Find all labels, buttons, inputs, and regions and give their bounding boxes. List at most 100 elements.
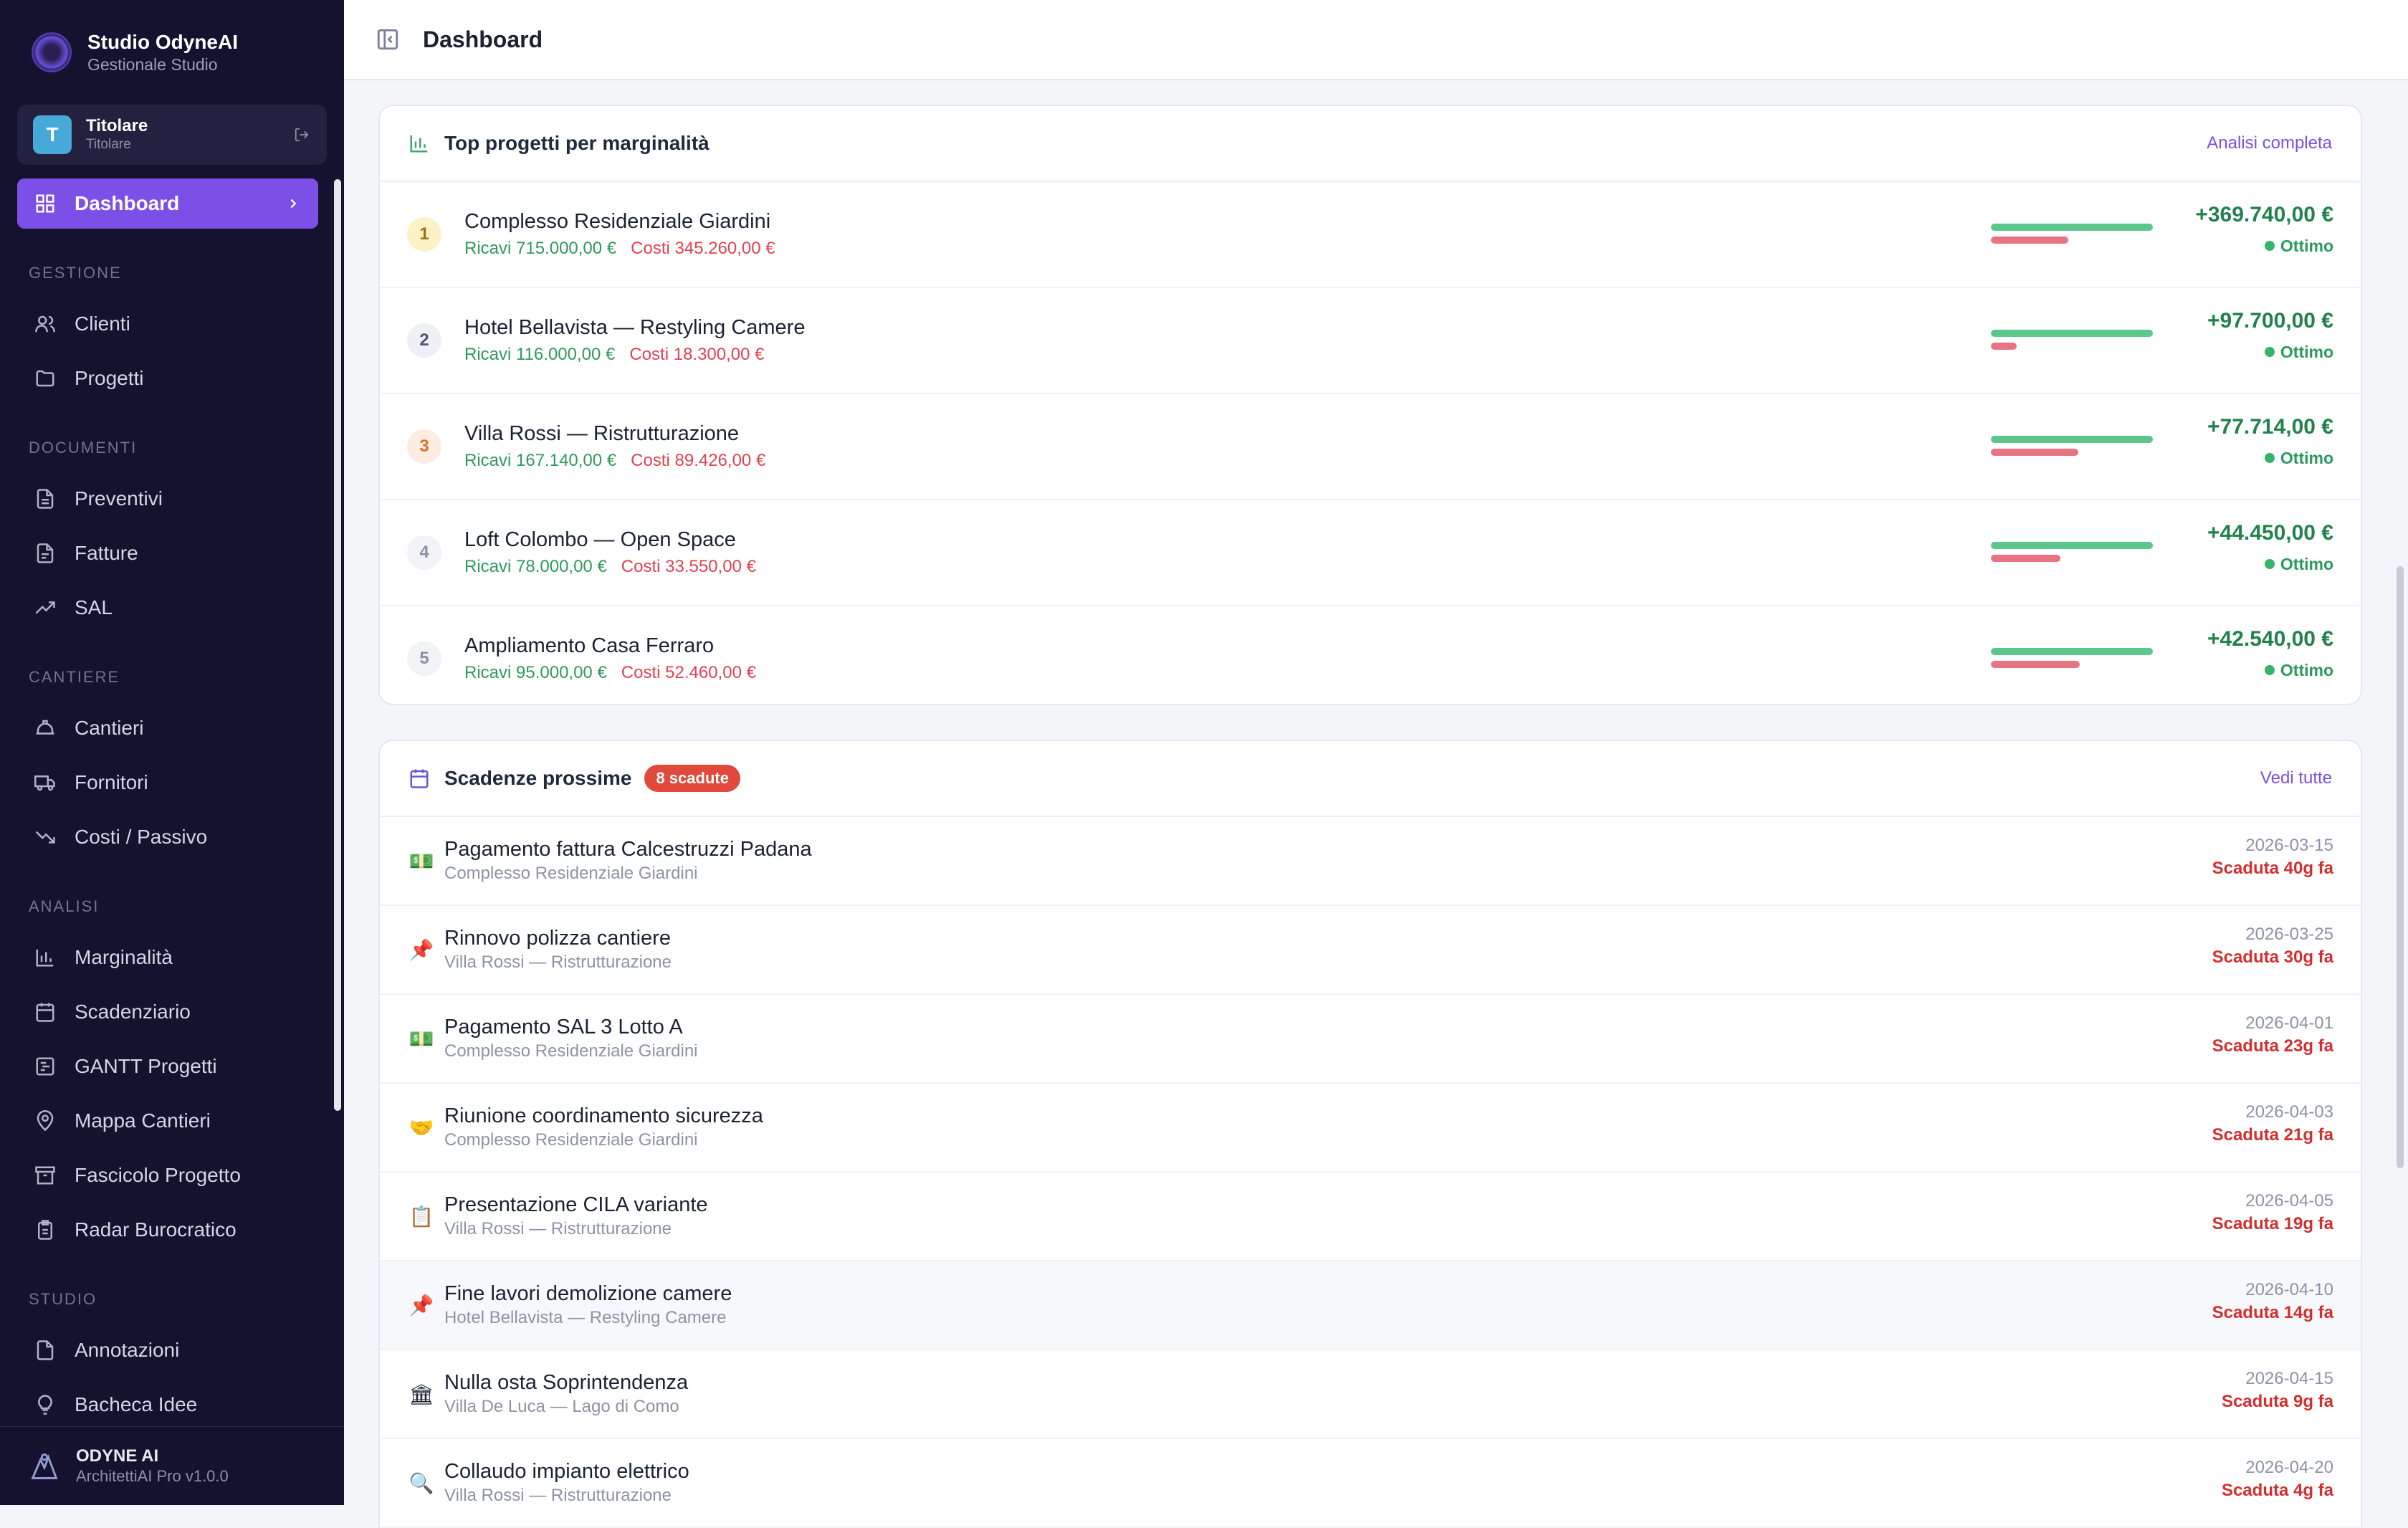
avatar: T xyxy=(33,115,72,154)
deadline-row[interactable]: 💵 Pagamento SAL 3 Lotto A Complesso Resi… xyxy=(380,995,2361,1084)
trending-up-icon xyxy=(35,601,55,614)
deadline-project: Complesso Residenziale Giardini xyxy=(444,864,698,883)
project-name: Loft Colombo — Open Space xyxy=(464,528,736,551)
project-row[interactable]: 1 Complesso Residenziale Giardini Ricavi… xyxy=(380,182,2361,288)
project-margin: +369.740,00 € xyxy=(2195,203,2333,226)
user-card[interactable]: T Titolare Titolare xyxy=(17,105,327,165)
sidebar-item-costi-passivo[interactable]: Costi / Passivo xyxy=(17,814,318,860)
sidebar-item-fornitori[interactable]: Fornitori xyxy=(17,760,318,806)
deadline-row[interactable]: 🏛 Nulla osta Soprintendenza Villa De Luc… xyxy=(380,1350,2361,1439)
sidebar-item-bacheca-idee[interactable]: Bacheca Idee xyxy=(17,1382,318,1428)
deadline-row[interactable]: 🔍 Collaudo impianto elettrico Villa Ross… xyxy=(380,1439,2361,1528)
status-dot-icon xyxy=(2264,452,2275,463)
project-margin: +97.700,00 € xyxy=(2207,309,2333,333)
sidebar-item-fatture[interactable]: Fatture xyxy=(17,530,318,576)
sidebar-item-marginalita[interactable]: Marginalità xyxy=(17,935,318,980)
project-row[interactable]: 2 Hotel Bellavista — Restyling Camere Ri… xyxy=(380,288,2361,394)
page-scrollbar[interactable] xyxy=(2397,566,2404,1168)
project-row[interactable]: 4 Loft Colombo — Open Space Ricavi 78.00… xyxy=(380,500,2361,606)
top-projects-header: Top progetti per marginalità Analisi com… xyxy=(380,106,2361,182)
sidebar-item-label: Scadenziario xyxy=(75,1001,191,1023)
cost-bar xyxy=(1991,555,2061,562)
project-revenue: Ricavi 95.000,00 € xyxy=(464,663,607,682)
project-costs: Costi 345.260,00 € xyxy=(631,239,775,258)
gantt-icon xyxy=(36,1057,54,1076)
sidebar-item-cantieri[interactable]: Cantieri xyxy=(17,705,318,751)
top-projects-card: Top progetti per marginalità Analisi com… xyxy=(378,105,2362,705)
money-icon: 💵 xyxy=(408,849,434,872)
margin-bars xyxy=(1991,648,2153,674)
deadline-row[interactable]: 📋 Presentazione CILA variante Villa Ross… xyxy=(380,1173,2361,1261)
sidebar-toggle-icon[interactable] xyxy=(376,27,400,52)
revenue-bar xyxy=(1991,436,2153,443)
nav-section-studio: STUDIO xyxy=(29,1290,97,1308)
deadline-title: Pagamento fattura Calcestruzzi Padana xyxy=(444,838,812,861)
status-dot-icon xyxy=(2264,664,2275,675)
deadlines-header: Scadenze prossime 8 scadute Vedi tutte xyxy=(380,741,2361,817)
sidebar-item-preventivi[interactable]: Preventivi xyxy=(17,476,318,522)
cost-bar xyxy=(1991,343,2017,350)
project-margin: +42.540,00 € xyxy=(2207,627,2333,651)
logout-icon[interactable] xyxy=(294,127,310,143)
deadline-title: Collaudo impianto elettrico xyxy=(444,1460,689,1483)
deadline-status: Scaduta 9g fa xyxy=(2221,1392,2333,1411)
revenue-bar xyxy=(1991,542,2153,549)
sidebar-item-annotazioni[interactable]: Annotazioni xyxy=(17,1327,318,1373)
project-costs: Costi 52.460,00 € xyxy=(621,663,756,682)
clipboard-icon xyxy=(38,1220,52,1240)
deadline-row[interactable]: 📌 Fine lavori demolizione camere Hotel B… xyxy=(380,1261,2361,1350)
brand-title: Studio OdyneAI xyxy=(87,31,238,53)
sidebar-item-mappa-cantieri[interactable]: Mappa Cantieri xyxy=(17,1098,318,1144)
project-row[interactable]: 3 Villa Rossi — Ristrutturazione Ricavi … xyxy=(380,394,2361,500)
full-analysis-link[interactable]: Analisi completa xyxy=(2207,133,2332,153)
deadline-date: 2026-04-10 xyxy=(2245,1280,2333,1299)
sidebar-item-label: Fascicolo Progetto xyxy=(75,1164,241,1186)
margin-bars xyxy=(1991,436,2153,462)
status-dot-icon xyxy=(2264,558,2275,569)
sidebar-item-dashboard[interactable]: Dashboard xyxy=(17,178,318,229)
project-row[interactable]: 5 Ampliamento Casa Ferraro Ricavi 95.000… xyxy=(380,606,2361,711)
deadline-project: Villa De Luca — Lago di Como xyxy=(444,1397,679,1416)
sidebar-item-clienti[interactable]: Clienti xyxy=(17,301,318,347)
brand[interactable]: Studio OdyneAI Gestionale Studio xyxy=(32,30,238,75)
sidebar-item-scadenziario[interactable]: Scadenziario xyxy=(17,989,318,1035)
status-badge: Ottimo xyxy=(2207,552,2333,576)
sidebar-item-sal[interactable]: SAL xyxy=(17,585,318,631)
user-role: Titolare xyxy=(86,137,131,152)
deadline-row[interactable]: 🤝 Riunione coordinamento sicurezza Compl… xyxy=(380,1084,2361,1173)
deadline-row[interactable]: 💵 Pagamento fattura Calcestruzzi Padana … xyxy=(380,817,2361,906)
deadlines-title: Scadenze prossime xyxy=(444,767,632,789)
bar-chart-icon xyxy=(410,135,428,153)
sidebar-item-label: Cantieri xyxy=(75,717,144,739)
sidebar-item-gantt-progetti[interactable]: GANTT Progetti xyxy=(17,1044,318,1089)
project-margin: +77.714,00 € xyxy=(2207,415,2333,439)
deadline-title: Presentazione CILA variante xyxy=(444,1193,708,1216)
status-label: Ottimo xyxy=(2280,555,2333,573)
margin-bars xyxy=(1991,542,2153,568)
see-all-link[interactable]: Vedi tutte xyxy=(2260,768,2332,788)
top-projects-list: 1 Complesso Residenziale Giardini Ricavi… xyxy=(380,182,2361,711)
project-name: Complesso Residenziale Giardini xyxy=(464,210,771,233)
sidebar-item-label: Bacheca Idee xyxy=(75,1393,198,1415)
deadline-date: 2026-04-15 xyxy=(2245,1369,2333,1388)
sidebar-item-label: Dashboard xyxy=(75,192,180,214)
sidebar-item-label: Radar Burocratico xyxy=(75,1218,236,1241)
sidebar-item-progetti[interactable]: Progetti xyxy=(17,355,318,401)
calendar-icon xyxy=(36,1003,54,1022)
deadline-row[interactable]: 📌 Rinnovo polizza cantiere Villa Rossi —… xyxy=(380,906,2361,995)
sidebar-scrollbar[interactable] xyxy=(334,179,341,1111)
sidebar-item-fascicolo-progetto[interactable]: Fascicolo Progetto xyxy=(17,1152,318,1198)
footer-version: ArchitettiAI Pro v1.0.0 xyxy=(76,1467,229,1485)
margin-bars xyxy=(1991,330,2153,355)
deadline-status: Scaduta 4g fa xyxy=(2221,1481,2333,1500)
sidebar-item-label: Clienti xyxy=(75,312,130,335)
sidebar-item-radar-burocratico[interactable]: Radar Burocratico xyxy=(17,1207,318,1253)
status-badge: Ottimo xyxy=(2195,234,2333,258)
deadline-title: Riunione coordinamento sicurezza xyxy=(444,1104,763,1127)
trending-down-icon xyxy=(35,831,55,844)
revenue-bar xyxy=(1991,330,2153,337)
nav-section-cantiere: CANTIERE xyxy=(29,668,120,686)
project-margin: +44.450,00 € xyxy=(2207,521,2333,545)
users-icon xyxy=(35,315,55,333)
project-name: Hotel Bellavista — Restyling Camere xyxy=(464,316,806,339)
